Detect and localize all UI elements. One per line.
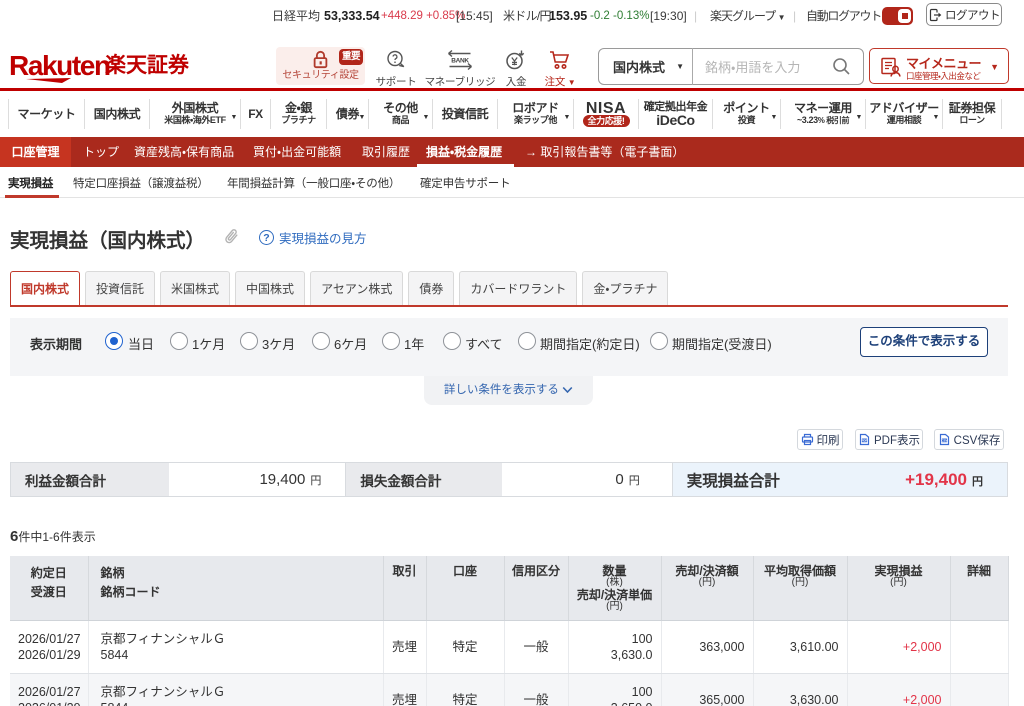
- svg-text:PDF: PDF: [862, 439, 868, 443]
- svg-text:Rakuten: Rakuten: [9, 50, 110, 81]
- svg-text:楽天証券: 楽天証券: [105, 53, 190, 77]
- svg-text:CSV: CSV: [941, 439, 947, 443]
- svg-text:BANK: BANK: [451, 58, 469, 65]
